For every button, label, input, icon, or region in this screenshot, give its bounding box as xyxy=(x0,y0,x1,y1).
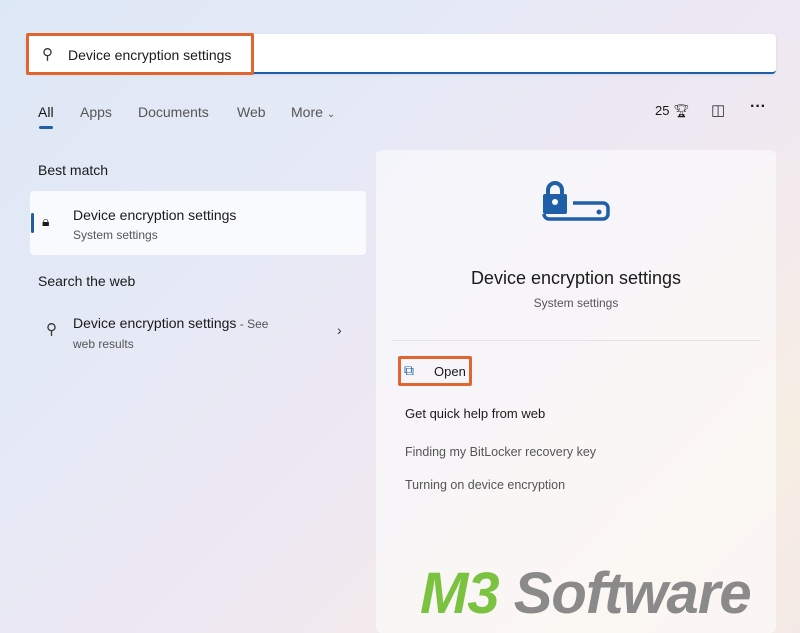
best-match-header: Best match xyxy=(38,162,109,178)
watermark-logo: M3 Software xyxy=(420,560,752,627)
tab-more-label: More xyxy=(291,104,323,120)
help-link[interactable]: Turning on device encryption xyxy=(405,478,565,492)
tab-apps[interactable]: Apps xyxy=(80,104,112,120)
preview-title: Device encryption settings xyxy=(470,268,682,288)
search-icon: ⚲ xyxy=(42,46,53,63)
search-input[interactable]: Device encryption settings xyxy=(68,47,231,63)
open-button[interactable]: Open xyxy=(434,364,466,379)
selection-indicator xyxy=(31,213,34,233)
best-match-title: Device encryption settings xyxy=(73,207,237,223)
help-header: Get quick help from web xyxy=(405,406,546,421)
tab-active-indicator xyxy=(39,126,53,129)
search-icon: ⚲ xyxy=(46,321,57,338)
preview-subtitle: System settings xyxy=(533,296,619,310)
chevron-right-icon[interactable]: › xyxy=(337,322,342,338)
watermark-m3: M3 xyxy=(420,561,500,626)
best-match-item[interactable] xyxy=(30,191,366,255)
tab-documents[interactable]: Documents xyxy=(138,104,209,120)
chevron-down-icon: ⌄ xyxy=(326,109,336,120)
divider xyxy=(392,340,760,341)
help-link[interactable]: Finding my BitLocker recovery key xyxy=(405,445,596,459)
web-result-subtitle: web results xyxy=(73,337,134,351)
open-external-icon: ⧉ xyxy=(404,362,414,378)
web-result-suffix: - See xyxy=(236,317,269,331)
points-count: 25 xyxy=(655,103,670,118)
drive-lock-icon: 🔒︎ xyxy=(42,213,50,229)
best-match-subtitle: System settings xyxy=(73,228,158,242)
ellipsis-icon[interactable]: ··· xyxy=(750,98,766,116)
trophy-icon: 🏆︎ xyxy=(673,103,690,118)
search-web-header: Search the web xyxy=(38,273,136,289)
watermark-software: Software xyxy=(513,561,752,626)
tab-web[interactable]: Web xyxy=(237,104,266,120)
drive-encryption-icon xyxy=(542,181,610,221)
web-result-query: Device encryption settings xyxy=(73,315,237,331)
tab-more[interactable]: More ⌄ xyxy=(291,104,335,120)
tab-all[interactable]: All xyxy=(38,104,54,120)
rewards-points[interactable]: 25 🏆︎ xyxy=(655,103,690,119)
account-switch-icon[interactable]: ◫ xyxy=(711,101,725,119)
web-result-title: Device encryption settings - See xyxy=(73,315,268,331)
